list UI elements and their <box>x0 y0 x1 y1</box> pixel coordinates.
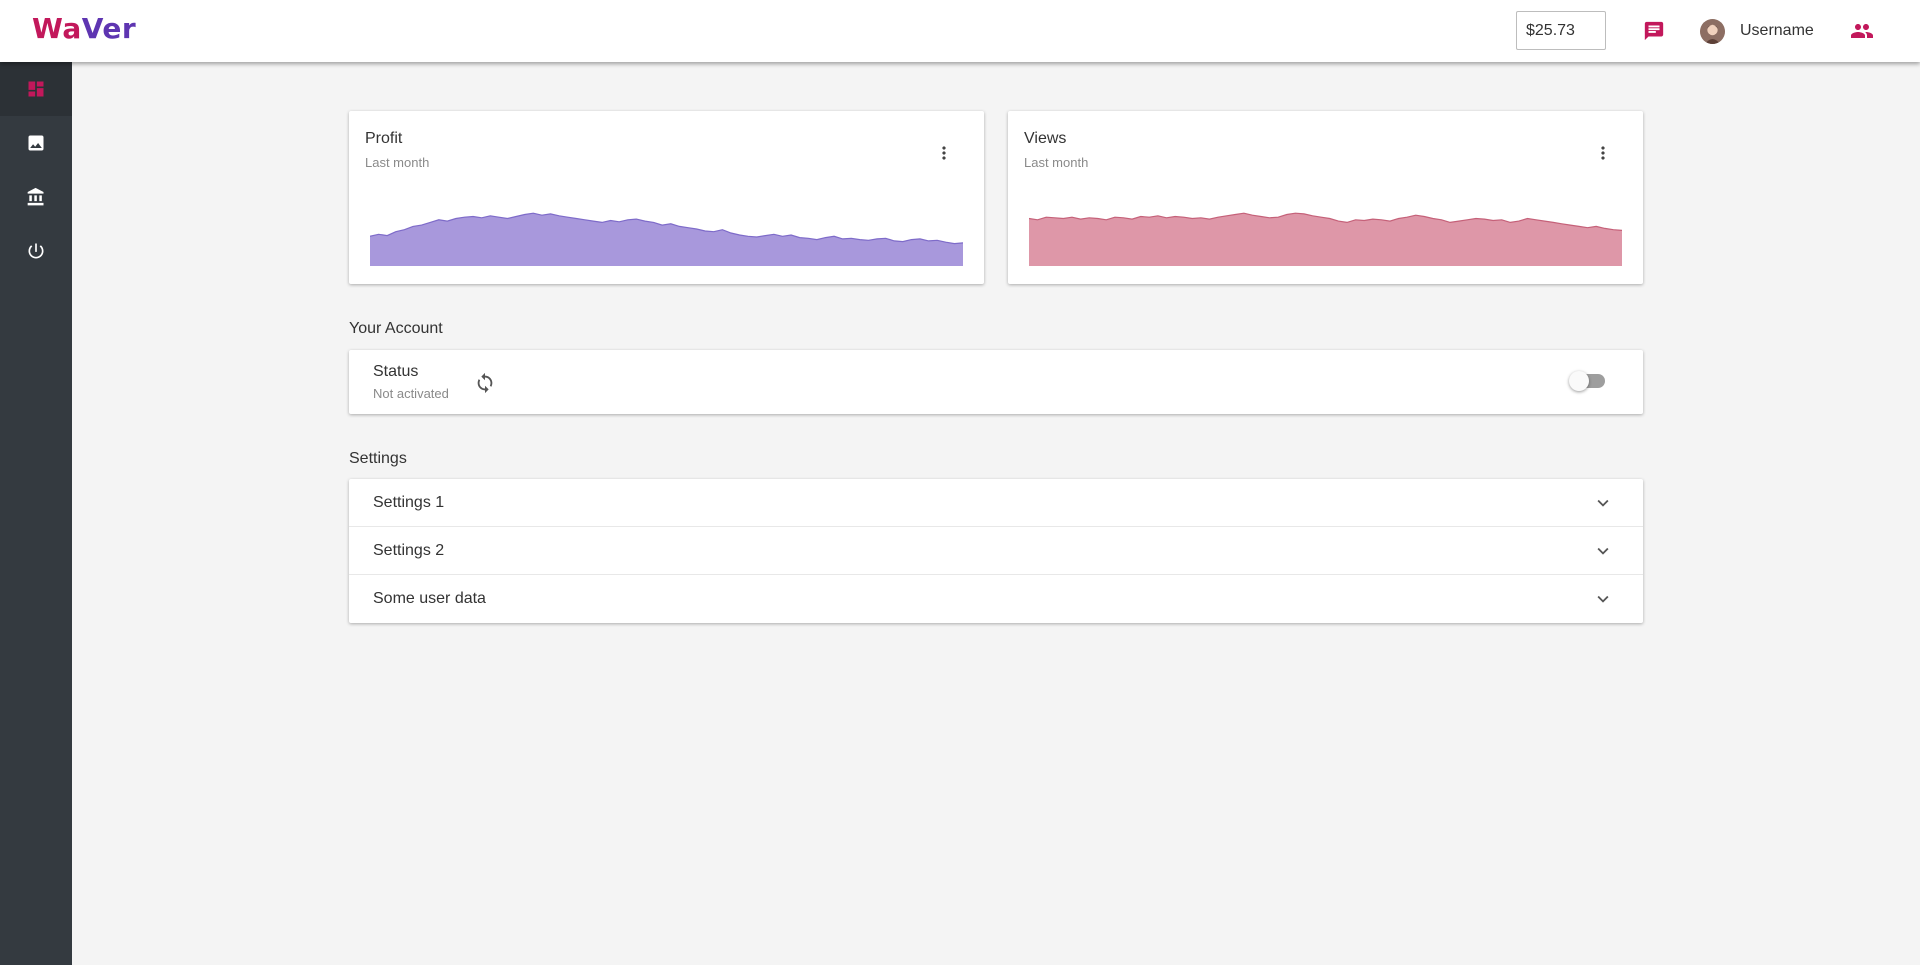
power-icon <box>28 243 44 259</box>
refresh-button[interactable] <box>473 371 497 395</box>
profit-title: Profit <box>365 130 403 147</box>
views-more-button[interactable] <box>1591 141 1615 165</box>
settings-panel-label: Settings 1 <box>373 494 445 511</box>
avatar <box>1700 18 1725 44</box>
profit-card: Profit Last month <box>349 111 984 284</box>
status-toggle[interactable] <box>1569 371 1605 391</box>
status-value: Not activated <box>373 386 449 401</box>
image-icon <box>28 135 44 151</box>
logo-part-1: Wa <box>32 12 82 45</box>
settings-card: Settings 1 Settings 2 Some user data <box>349 479 1643 623</box>
settings-panel[interactable]: Some user data <box>349 575 1643 623</box>
more-vert-icon <box>1601 146 1605 160</box>
expand-button[interactable] <box>1591 587 1615 611</box>
username: Username <box>1740 22 1814 39</box>
views-title: Views <box>1024 130 1067 147</box>
profit-more-button[interactable] <box>932 141 956 165</box>
profit-chart <box>370 212 963 266</box>
dashboard-icon <box>28 81 44 97</box>
status-label: Status <box>373 363 419 380</box>
refresh-icon <box>477 372 493 394</box>
toggle-thumb <box>1569 371 1589 391</box>
settings-panel[interactable]: Settings 1 <box>349 479 1643 527</box>
more-vert-icon <box>942 146 946 160</box>
settings-section-title: Settings <box>349 450 407 467</box>
logo-part-2: Ver <box>81 12 137 45</box>
settings-panel[interactable]: Settings 2 <box>349 527 1643 575</box>
balance-field[interactable] <box>1516 11 1606 50</box>
views-card: Views Last month <box>1008 111 1643 284</box>
sidebar-item-dashboard[interactable] <box>0 62 72 116</box>
sidebar-item-logout[interactable] <box>0 224 72 278</box>
expand-button[interactable] <box>1591 539 1615 563</box>
bank-icon <box>27 187 44 206</box>
chat-button[interactable] <box>1640 17 1668 45</box>
views-series-area <box>1029 213 1622 266</box>
top-bar: WaVer Username <box>0 0 1920 62</box>
chevron-down-icon <box>1597 595 1609 603</box>
settings-panel-label: Settings 2 <box>373 542 445 559</box>
settings-panel-label: Some user data <box>373 590 486 607</box>
sidebar <box>0 62 72 965</box>
views-subtitle: Last month <box>1024 155 1089 170</box>
sidebar-item-bank[interactable] <box>0 170 72 224</box>
sidebar-item-images[interactable] <box>0 116 72 170</box>
user-menu[interactable]: Username <box>1700 17 1814 45</box>
views-chart <box>1029 212 1622 266</box>
people-icon <box>1851 24 1873 38</box>
chevron-down-icon <box>1597 499 1609 507</box>
status-card: Status Not activated <box>349 350 1643 414</box>
account-section-title: Your Account <box>349 320 443 337</box>
profit-subtitle: Last month <box>365 155 430 170</box>
logo[interactable]: WaVer <box>32 12 136 45</box>
chat-icon <box>1644 21 1664 41</box>
chevron-down-icon <box>1597 547 1609 555</box>
people-button[interactable] <box>1848 17 1876 45</box>
expand-button[interactable] <box>1591 491 1615 515</box>
